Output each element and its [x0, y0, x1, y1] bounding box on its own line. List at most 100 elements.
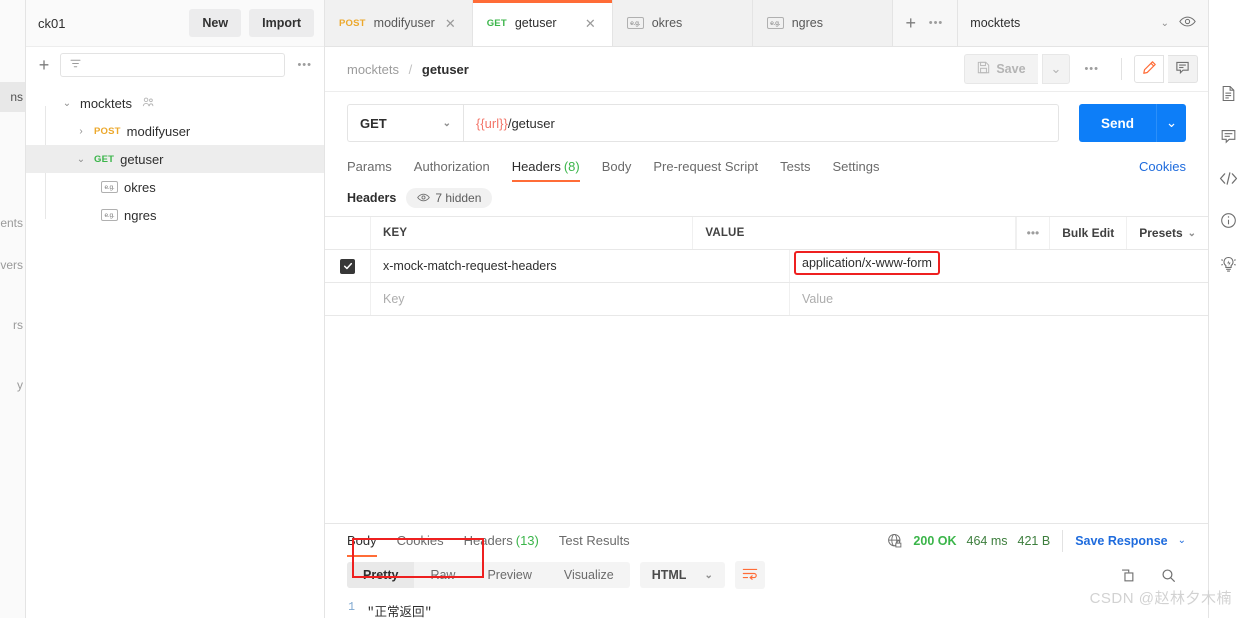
save-button[interactable]: Save [964, 54, 1038, 84]
save-chevron-icon[interactable]: ⌄ [1041, 54, 1071, 84]
header-value-annotated: application/x-www-form [794, 251, 940, 275]
tree-item-label: modifyuser [126, 123, 191, 139]
new-header-value-cell[interactable]: Value [790, 283, 1208, 315]
table-header-row: KEY VALUE ••• Bulk Edit Presets ⌄ [325, 217, 1208, 250]
tab-pre-request-script[interactable]: Pre-request Script [653, 150, 758, 182]
close-icon[interactable]: ✕ [443, 15, 458, 32]
word-wrap-toggle[interactable] [734, 561, 765, 589]
tab-body[interactable]: Body [602, 150, 632, 182]
response-tab-test-results[interactable]: Test Results [559, 524, 630, 557]
tree-item-example-okres[interactable]: e.g. okres [26, 173, 324, 201]
chevron-down-icon[interactable]: ⌄ [60, 98, 74, 109]
eye-icon[interactable] [1179, 15, 1196, 31]
table-row[interactable]: Key Value [325, 283, 1208, 316]
comment-icon[interactable] [1220, 128, 1237, 145]
row-checkbox[interactable] [340, 258, 355, 274]
close-icon[interactable]: ✕ [583, 15, 598, 32]
tab-tests[interactable]: Tests [780, 150, 810, 182]
info-icon[interactable] [1220, 212, 1237, 229]
response-tab-cookies[interactable]: Cookies [397, 524, 444, 557]
tab-getuser[interactable]: GET getuser ✕ [472, 0, 613, 46]
column-header-value: VALUE [693, 217, 1016, 249]
search-icon[interactable] [1161, 568, 1176, 583]
hidden-headers-toggle[interactable]: 7 hidden [406, 188, 493, 208]
new-button[interactable]: New [189, 9, 242, 37]
new-header-key-cell[interactable]: Key [371, 283, 790, 315]
tab-params[interactable]: Params [347, 150, 392, 182]
column-value-label: VALUE [705, 227, 745, 239]
tab-headers[interactable]: Headers (8) [511, 150, 580, 182]
response-format-selector[interactable]: HTML ⌄ [639, 562, 725, 588]
response-status-bar: 200 OK 464 ms 421 B Save Response ⌄ [887, 529, 1186, 552]
breadcrumb-collection[interactable]: mocktets [347, 62, 399, 77]
left-rail-item-mock-servers[interactable]: vers [0, 258, 23, 272]
tree-item-collection-mocktets[interactable]: ⌄ mocktets [26, 89, 324, 117]
sidebar-filter-bar: + ••• [26, 47, 324, 83]
request-empty-space [325, 316, 1208, 524]
left-rail-item-environments[interactable]: ents [0, 216, 23, 230]
tab-settings[interactable]: Settings [832, 150, 879, 182]
code-icon[interactable] [1219, 171, 1238, 186]
edit-button[interactable] [1134, 55, 1164, 83]
left-rail-item-monitors[interactable]: rs [13, 318, 23, 332]
response-headers-count: (13) [515, 533, 539, 548]
import-button[interactable]: Import [249, 9, 314, 37]
save-response-button[interactable]: Save Response [1075, 534, 1167, 548]
tree-item-request-modifyuser[interactable]: › POST modifyuser [26, 117, 324, 145]
response-tab-headers[interactable]: Headers (13) [464, 524, 539, 557]
format-value: HTML [651, 568, 687, 582]
view-mode-raw[interactable]: Raw [414, 562, 471, 588]
lightbulb-icon[interactable] [1220, 255, 1237, 273]
method-value: GET [360, 115, 387, 131]
response-view-modes: Pretty Raw Preview Visualize [347, 562, 630, 588]
example-icon: e.g. [626, 17, 644, 29]
header-key-cell[interactable]: x-mock-match-request-headers [371, 250, 790, 282]
environment-selector[interactable]: mocktets ⌄ [970, 16, 1169, 30]
copy-icon[interactable] [1120, 568, 1135, 583]
new-value-placeholder: Value [802, 292, 834, 306]
left-rail-item-history[interactable]: y [17, 378, 23, 392]
table-row[interactable]: x-mock-match-request-headers application… [325, 250, 1208, 283]
send-button[interactable]: Send [1078, 104, 1156, 142]
tab-modifyuser[interactable]: POST modifyuser ✕ [325, 0, 473, 46]
breadcrumb-actions: Save ⌄ ••• [964, 54, 1198, 84]
response-tab-body[interactable]: Body [347, 524, 377, 557]
tab-okres[interactable]: e.g. okres [612, 0, 753, 46]
tab-headers-label: Headers [511, 158, 561, 174]
headers-table: KEY VALUE ••• Bulk Edit Presets ⌄ x-mock… [325, 216, 1208, 316]
plus-icon[interactable]: + [36, 56, 52, 74]
tab-ngres[interactable]: e.g. ngres [752, 0, 893, 46]
url-bar: GET ⌄ {{url}}/getuser Send ⌄ [325, 92, 1208, 150]
response-time: 464 ms [966, 533, 1008, 548]
cookies-link[interactable]: Cookies [1139, 159, 1186, 174]
tree-item-request-getuser[interactable]: ⌄ GET getuser [26, 145, 324, 173]
plus-icon[interactable]: + [903, 14, 919, 32]
chevron-down-icon[interactable]: ⌄ [74, 154, 88, 165]
view-mode-visualize[interactable]: Visualize [548, 562, 630, 588]
sidebar-more-icon[interactable]: ••• [293, 59, 316, 71]
bulk-edit-button[interactable]: Bulk Edit [1049, 217, 1126, 249]
table-more-icon[interactable]: ••• [1015, 217, 1050, 249]
row-checkbox-cell [325, 283, 371, 315]
request-tab-strip: POST modifyuser ✕ GET getuser ✕ e.g. okr… [325, 0, 1208, 47]
filter-input[interactable] [60, 53, 286, 77]
request-more-icon[interactable]: ••• [1074, 63, 1109, 75]
tab-authorization[interactable]: Authorization [414, 150, 490, 182]
globe-lock-icon[interactable] [887, 533, 903, 549]
chevron-down-icon[interactable]: ⌄ [1178, 535, 1186, 546]
method-selector[interactable]: GET ⌄ [347, 104, 463, 142]
chevron-right-icon[interactable]: › [74, 126, 88, 137]
comment-button[interactable] [1168, 55, 1198, 83]
url-input[interactable]: {{url}}/getuser [463, 104, 1059, 142]
view-mode-pretty[interactable]: Pretty [347, 562, 415, 588]
send-chevron-icon[interactable]: ⌄ [1156, 104, 1186, 142]
tree-item-example-ngres[interactable]: e.g. ngres [26, 201, 324, 229]
document-icon[interactable] [1220, 85, 1237, 102]
right-nav-rail [1208, 0, 1248, 620]
header-value-cell[interactable]: application/x-www-form [790, 250, 1208, 282]
send-group: Send ⌄ [1078, 104, 1186, 142]
view-mode-preview[interactable]: Preview [471, 562, 547, 588]
left-rail-item-collections[interactable]: ns [10, 90, 23, 104]
presets-button[interactable]: Presets ⌄ [1126, 217, 1208, 249]
tab-more-icon[interactable]: ••• [925, 17, 948, 29]
